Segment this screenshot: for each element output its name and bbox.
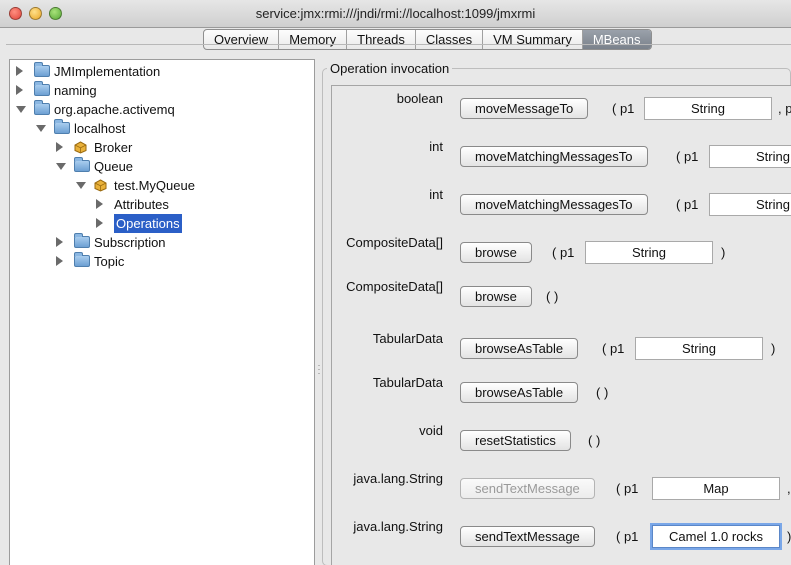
return-type-label: CompositeData[] — [346, 279, 443, 294]
tree-node-label: JMImplementation — [54, 64, 161, 79]
folder-icon — [74, 233, 90, 248]
folder-icon — [74, 252, 90, 267]
tree-node-label: Queue — [94, 159, 134, 174]
collapsed-triangle-icon[interactable] — [56, 142, 63, 152]
operations-panel: Operation invocation boolean moveMessage… — [322, 61, 791, 565]
tree-node-label: Topic — [94, 254, 125, 269]
move-message-to-p1-field[interactable] — [644, 97, 772, 120]
send-text-message-button-1[interactable]: sendTextMessage — [460, 478, 595, 499]
browse-p1-field[interactable] — [585, 241, 713, 264]
param-open-label: ( p1 — [602, 341, 625, 356]
return-type-label: int — [429, 139, 443, 154]
move-matching-messages-to-p1-field-2[interactable] — [709, 193, 791, 216]
empty-params-label: ( ) — [588, 433, 601, 448]
return-type-label: boolean — [396, 91, 443, 106]
return-type-label: TabularData — [372, 331, 443, 346]
param-open-label: ( p1 — [616, 481, 639, 496]
folder-icon — [34, 81, 50, 96]
close-paren-label: ) — [787, 529, 791, 544]
operations-list[interactable]: boolean moveMessageTo ( p1 , p int moveM… — [331, 85, 791, 565]
folder-icon — [34, 100, 50, 115]
return-type-label: TabularData — [372, 375, 443, 390]
expanded-triangle-icon[interactable] — [76, 182, 86, 189]
tree-node-label: org.apache.activemq — [54, 102, 175, 117]
window-title: service:jmx:rmi:///jndi/rmi://localhost:… — [255, 6, 536, 21]
param-open-label: ( p1 — [552, 245, 575, 260]
collapsed-triangle-icon[interactable] — [16, 66, 23, 76]
expanded-triangle-icon[interactable] — [36, 125, 46, 132]
move-matching-messages-to-p1-field-1[interactable] — [709, 145, 791, 168]
move-message-to-button[interactable]: moveMessageTo — [460, 98, 589, 119]
collapsed-triangle-icon[interactable] — [16, 85, 23, 95]
collapsed-triangle-icon[interactable] — [96, 199, 103, 209]
operation-invocation-group: Operation invocation boolean moveMessage… — [322, 61, 791, 565]
send-text-message-p1-field-2[interactable] — [650, 523, 782, 550]
title-bar: service:jmx:rmi:///jndi/rmi://localhost:… — [0, 0, 791, 28]
mbean-tree[interactable]: JMImplementation naming org.apache.activ… — [9, 59, 315, 565]
browse-as-table-button-1[interactable]: browseAsTable — [460, 338, 579, 359]
collapsed-triangle-icon[interactable] — [96, 218, 103, 228]
reset-statistics-button[interactable]: resetStatistics — [460, 430, 571, 451]
tree-node-label: Attributes — [114, 197, 169, 212]
param-open-label: ( p1 — [676, 197, 699, 212]
tree-node-label: naming — [54, 83, 97, 98]
folder-icon — [54, 119, 70, 134]
param-open-label: ( p1 — [612, 101, 635, 116]
tree-node-label: Operations — [114, 214, 182, 233]
return-type-label: java.lang.String — [353, 519, 443, 534]
browse-button-1[interactable]: browse — [460, 242, 532, 263]
param-open-label: ( p1 — [676, 149, 699, 164]
empty-params-label: ( ) — [546, 289, 559, 304]
expanded-triangle-icon[interactable] — [56, 163, 66, 170]
more-params-label: , p — [778, 101, 791, 116]
browse-as-table-button-2[interactable]: browseAsTable — [460, 382, 579, 403]
tree-node-label: localhost — [74, 121, 126, 136]
bean-icon — [74, 141, 87, 154]
browse-as-table-p1-field[interactable] — [635, 337, 763, 360]
folder-icon — [74, 157, 90, 172]
folder-icon — [34, 62, 50, 77]
return-type-label: java.lang.String — [353, 471, 443, 486]
tree-node-label: test.MyQueue — [114, 178, 195, 193]
collapsed-triangle-icon[interactable] — [56, 256, 63, 266]
empty-params-label: ( ) — [596, 385, 609, 400]
tree-node-label: Broker — [94, 140, 133, 155]
tree-node-label: Subscription — [94, 235, 166, 250]
send-text-message-p1-field-1[interactable] — [652, 477, 780, 500]
close-paren-label: ) — [721, 245, 726, 260]
move-matching-messages-to-button-1[interactable]: moveMatchingMessagesTo — [460, 146, 648, 167]
move-matching-messages-to-button-2[interactable]: moveMatchingMessagesTo — [460, 194, 648, 215]
collapsed-triangle-icon[interactable] — [56, 237, 63, 247]
bean-icon — [94, 179, 107, 192]
param-open-label: ( p1 — [616, 529, 639, 544]
browse-button-2[interactable]: browse — [460, 286, 532, 307]
send-text-message-button-2[interactable]: sendTextMessage — [460, 526, 595, 547]
expanded-triangle-icon[interactable] — [16, 106, 26, 113]
comma-label: , — [787, 481, 791, 496]
operation-invocation-legend: Operation invocation — [327, 61, 453, 76]
return-type-label: int — [429, 187, 443, 202]
return-type-label: void — [419, 423, 443, 438]
mbeans-view: JMImplementation naming org.apache.activ… — [6, 44, 791, 565]
return-type-label: CompositeData[] — [346, 235, 443, 250]
close-paren-label: ) — [771, 341, 776, 356]
